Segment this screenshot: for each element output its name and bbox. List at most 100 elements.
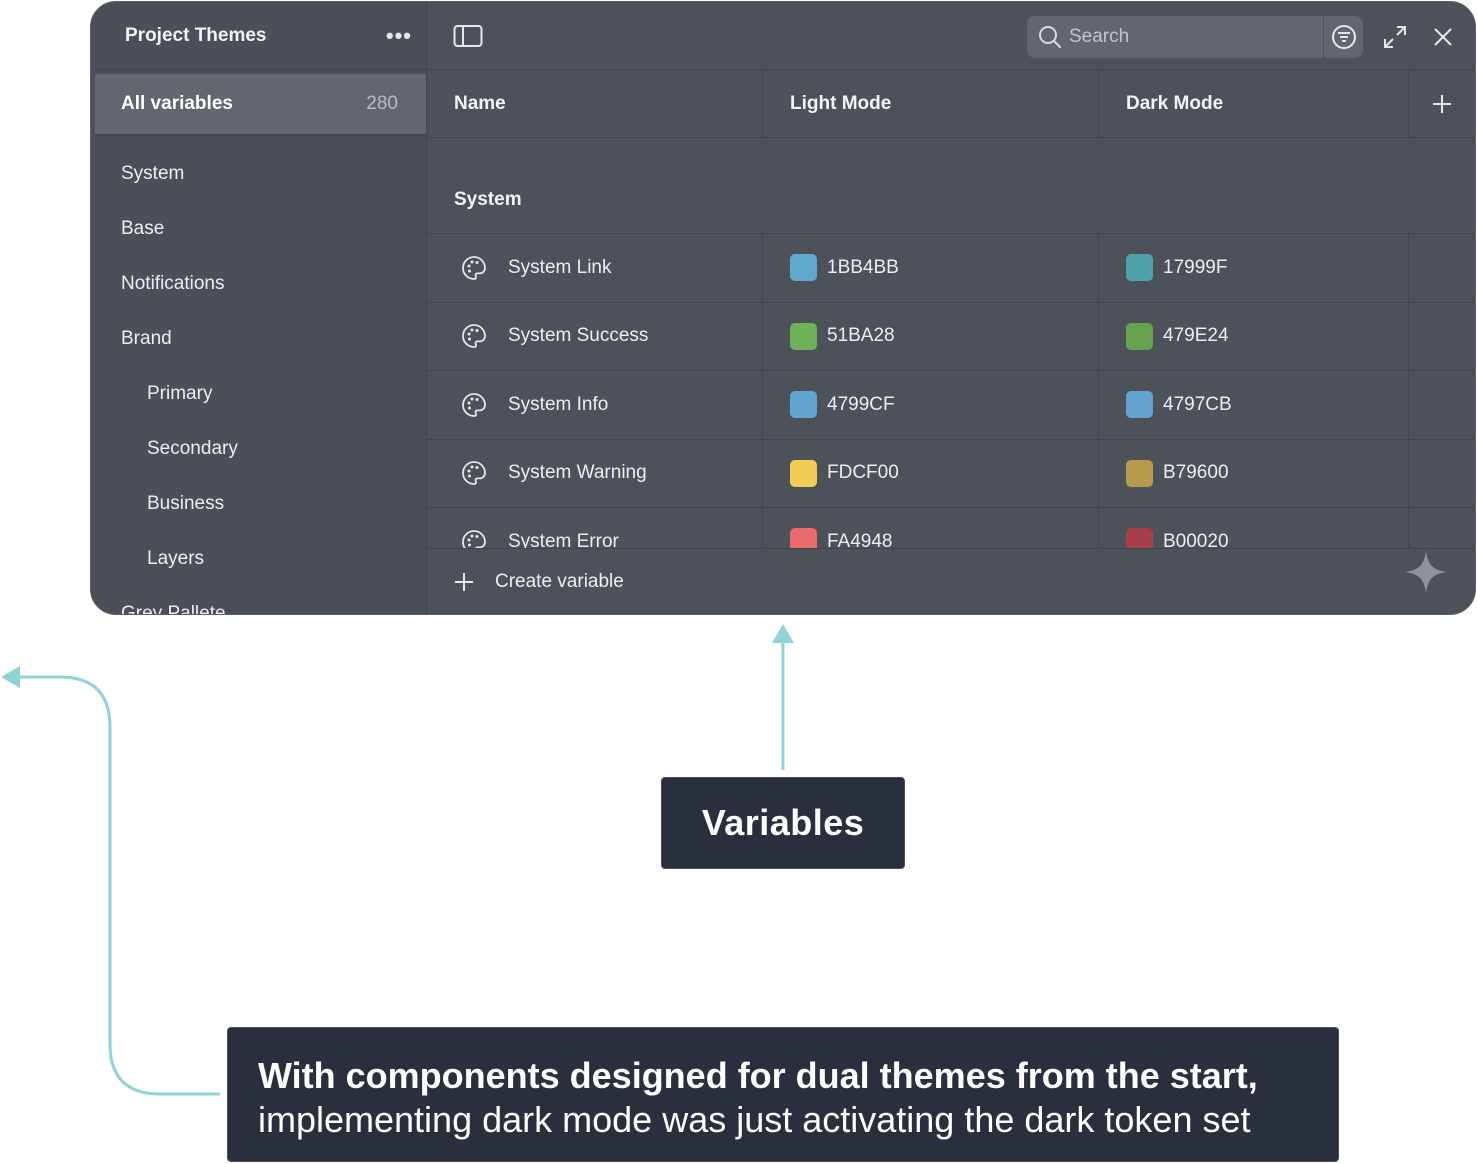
dark-mode-value-cell[interactable]: 479E24 — [1099, 302, 1409, 370]
search-box[interactable]: Search — [1027, 16, 1363, 58]
light-mode-value: 4799CF — [827, 393, 895, 415]
table-row[interactable]: System Success 51BA28 479E24 — [427, 302, 1475, 371]
light-mode-value-cell[interactable]: FA4948 — [763, 508, 1099, 548]
sidebar-item-notifications[interactable]: Notifications — [91, 256, 426, 311]
dark-mode-value: B79600 — [1163, 462, 1229, 484]
light-mode-value: 51BA28 — [827, 325, 895, 347]
sidebar-header: Project Themes ••• — [95, 2, 426, 70]
collection-title: Project Themes — [125, 24, 267, 46]
filter-button[interactable] — [1323, 16, 1363, 58]
light-mode-value-cell[interactable]: 1BB4BB — [763, 234, 1099, 302]
dark-mode-value-cell[interactable]: B00020 — [1099, 508, 1409, 548]
sparkle-icon[interactable] — [1403, 549, 1449, 595]
close-icon[interactable] — [1431, 25, 1455, 49]
variable-name-cell[interactable]: System Error — [427, 508, 763, 548]
all-variables-label: All variables — [121, 93, 233, 114]
palette-icon — [462, 324, 486, 349]
variable-name: System Error — [508, 530, 619, 548]
caption-arrow — [1, 666, 220, 1096]
dark-color-swatch[interactable] — [1126, 391, 1153, 419]
palette-icon — [462, 255, 486, 280]
caption-bold-line: With components designed for dual themes… — [258, 1055, 1258, 1096]
empty-cell — [1409, 371, 1475, 439]
table-row[interactable]: System Link 1BB4BB 17999F — [427, 234, 1475, 303]
light-color-swatch[interactable] — [790, 528, 817, 548]
dark-color-swatch[interactable] — [1126, 459, 1153, 487]
table-row[interactable]: System Info 4799CF 4797CB — [427, 371, 1475, 440]
table-footer: Create variable — [427, 548, 1475, 614]
more-options-icon[interactable]: ••• — [386, 23, 412, 49]
dark-color-swatch[interactable] — [1126, 528, 1153, 548]
palette-icon — [462, 529, 486, 548]
light-mode-value-cell[interactable]: 51BA28 — [763, 302, 1099, 370]
plus-icon — [455, 572, 473, 591]
dark-color-swatch[interactable] — [1126, 254, 1153, 282]
dark-mode-value: B00020 — [1163, 530, 1229, 548]
light-color-swatch[interactable] — [790, 322, 817, 350]
dark-mode-value: 479E24 — [1163, 325, 1229, 347]
column-header-name: Name — [427, 70, 763, 137]
light-mode-value-cell[interactable]: FDCF00 — [763, 439, 1099, 507]
add-mode-button[interactable] — [1409, 70, 1475, 137]
variable-name: System Success — [508, 325, 649, 347]
column-header-row: Name Light Mode Dark Mode — [427, 70, 1475, 138]
variable-name-cell[interactable]: System Success — [427, 302, 763, 370]
variables-window: Project Themes ••• All variables 280 Sys… — [90, 1, 1476, 615]
expand-icon[interactable] — [1382, 24, 1408, 50]
sidebar-item-system[interactable]: System — [91, 146, 426, 201]
search-input[interactable]: Search — [1069, 26, 1323, 48]
plus-icon — [1433, 94, 1451, 113]
variable-name-cell[interactable]: System Warning — [427, 439, 763, 507]
sidebar-toggle-icon[interactable] — [453, 24, 483, 48]
table-row[interactable]: System Warning FDCF00 B79600 — [427, 439, 1475, 508]
create-variable-button[interactable]: Create variable — [453, 571, 624, 593]
all-variables-count: 280 — [366, 93, 398, 114]
create-variable-label: Create variable — [495, 570, 624, 592]
empty-cell — [1409, 303, 1475, 371]
dark-mode-value: 17999F — [1163, 256, 1228, 278]
variable-name-cell[interactable]: System Link — [427, 234, 763, 302]
dark-mode-value-cell[interactable]: B79600 — [1099, 439, 1409, 507]
search-icon — [1039, 26, 1061, 48]
palette-icon — [462, 392, 486, 417]
light-mode-value: FA4948 — [827, 530, 893, 548]
dark-mode-value-cell[interactable]: 4797CB — [1099, 371, 1409, 439]
filter-icon — [1331, 25, 1356, 49]
light-mode-value-cell[interactable]: 4799CF — [763, 371, 1099, 439]
dark-mode-value: 4797CB — [1163, 393, 1232, 415]
variable-rows: System Link 1BB4BB 17999F System Success 51B… — [427, 234, 1475, 548]
sidebar-item-base[interactable]: Base — [91, 201, 426, 256]
variable-name-cell[interactable]: System Info — [427, 371, 763, 439]
column-header-dark-mode[interactable]: Dark Mode — [1099, 70, 1409, 137]
table-row[interactable]: System Error FA4948 B00020 — [427, 508, 1475, 548]
light-color-swatch[interactable] — [790, 459, 817, 487]
callout-label: Variables — [701, 802, 865, 843]
empty-cell — [1409, 234, 1475, 302]
palette-icon — [462, 461, 486, 486]
dark-mode-value-cell[interactable]: 17999F — [1099, 234, 1409, 302]
variable-name: System Info — [508, 393, 609, 415]
empty-cell — [1409, 508, 1475, 548]
variable-name: System Warning — [508, 462, 647, 484]
toolbar: Search — [427, 2, 1475, 70]
variable-name: System Link — [508, 256, 612, 278]
variables-table-area: Search Name Light Mode Dark Mode System … — [427, 2, 1475, 614]
sidebar-item-layers[interactable]: Layers — [91, 531, 426, 586]
light-mode-value: 1BB4BB — [827, 256, 899, 278]
sidebar-item-grey-pallete[interactable]: Grey Pallete — [91, 586, 426, 615]
light-color-swatch[interactable] — [790, 254, 817, 282]
light-color-swatch[interactable] — [790, 391, 817, 419]
dark-color-swatch[interactable] — [1126, 322, 1153, 350]
variables-arrow — [772, 624, 794, 770]
sidebar-item-business[interactable]: Business — [91, 476, 426, 531]
section-title: System — [427, 139, 1475, 234]
sidebar-item-brand[interactable]: Brand — [91, 311, 426, 366]
empty-cell — [1409, 440, 1475, 508]
sidebar-item-all-variables[interactable]: All variables 280 — [95, 74, 426, 136]
caption-box: With components designed for dual themes… — [227, 1027, 1339, 1162]
sidebar-item-primary[interactable]: Primary — [91, 366, 426, 421]
sidebar-item-secondary[interactable]: Secondary — [91, 421, 426, 476]
caption-regular-line: implementing dark mode was just activati… — [258, 1099, 1251, 1140]
column-header-light-mode[interactable]: Light Mode — [763, 70, 1099, 137]
sidebar: Project Themes ••• All variables 280 Sys… — [91, 2, 427, 614]
